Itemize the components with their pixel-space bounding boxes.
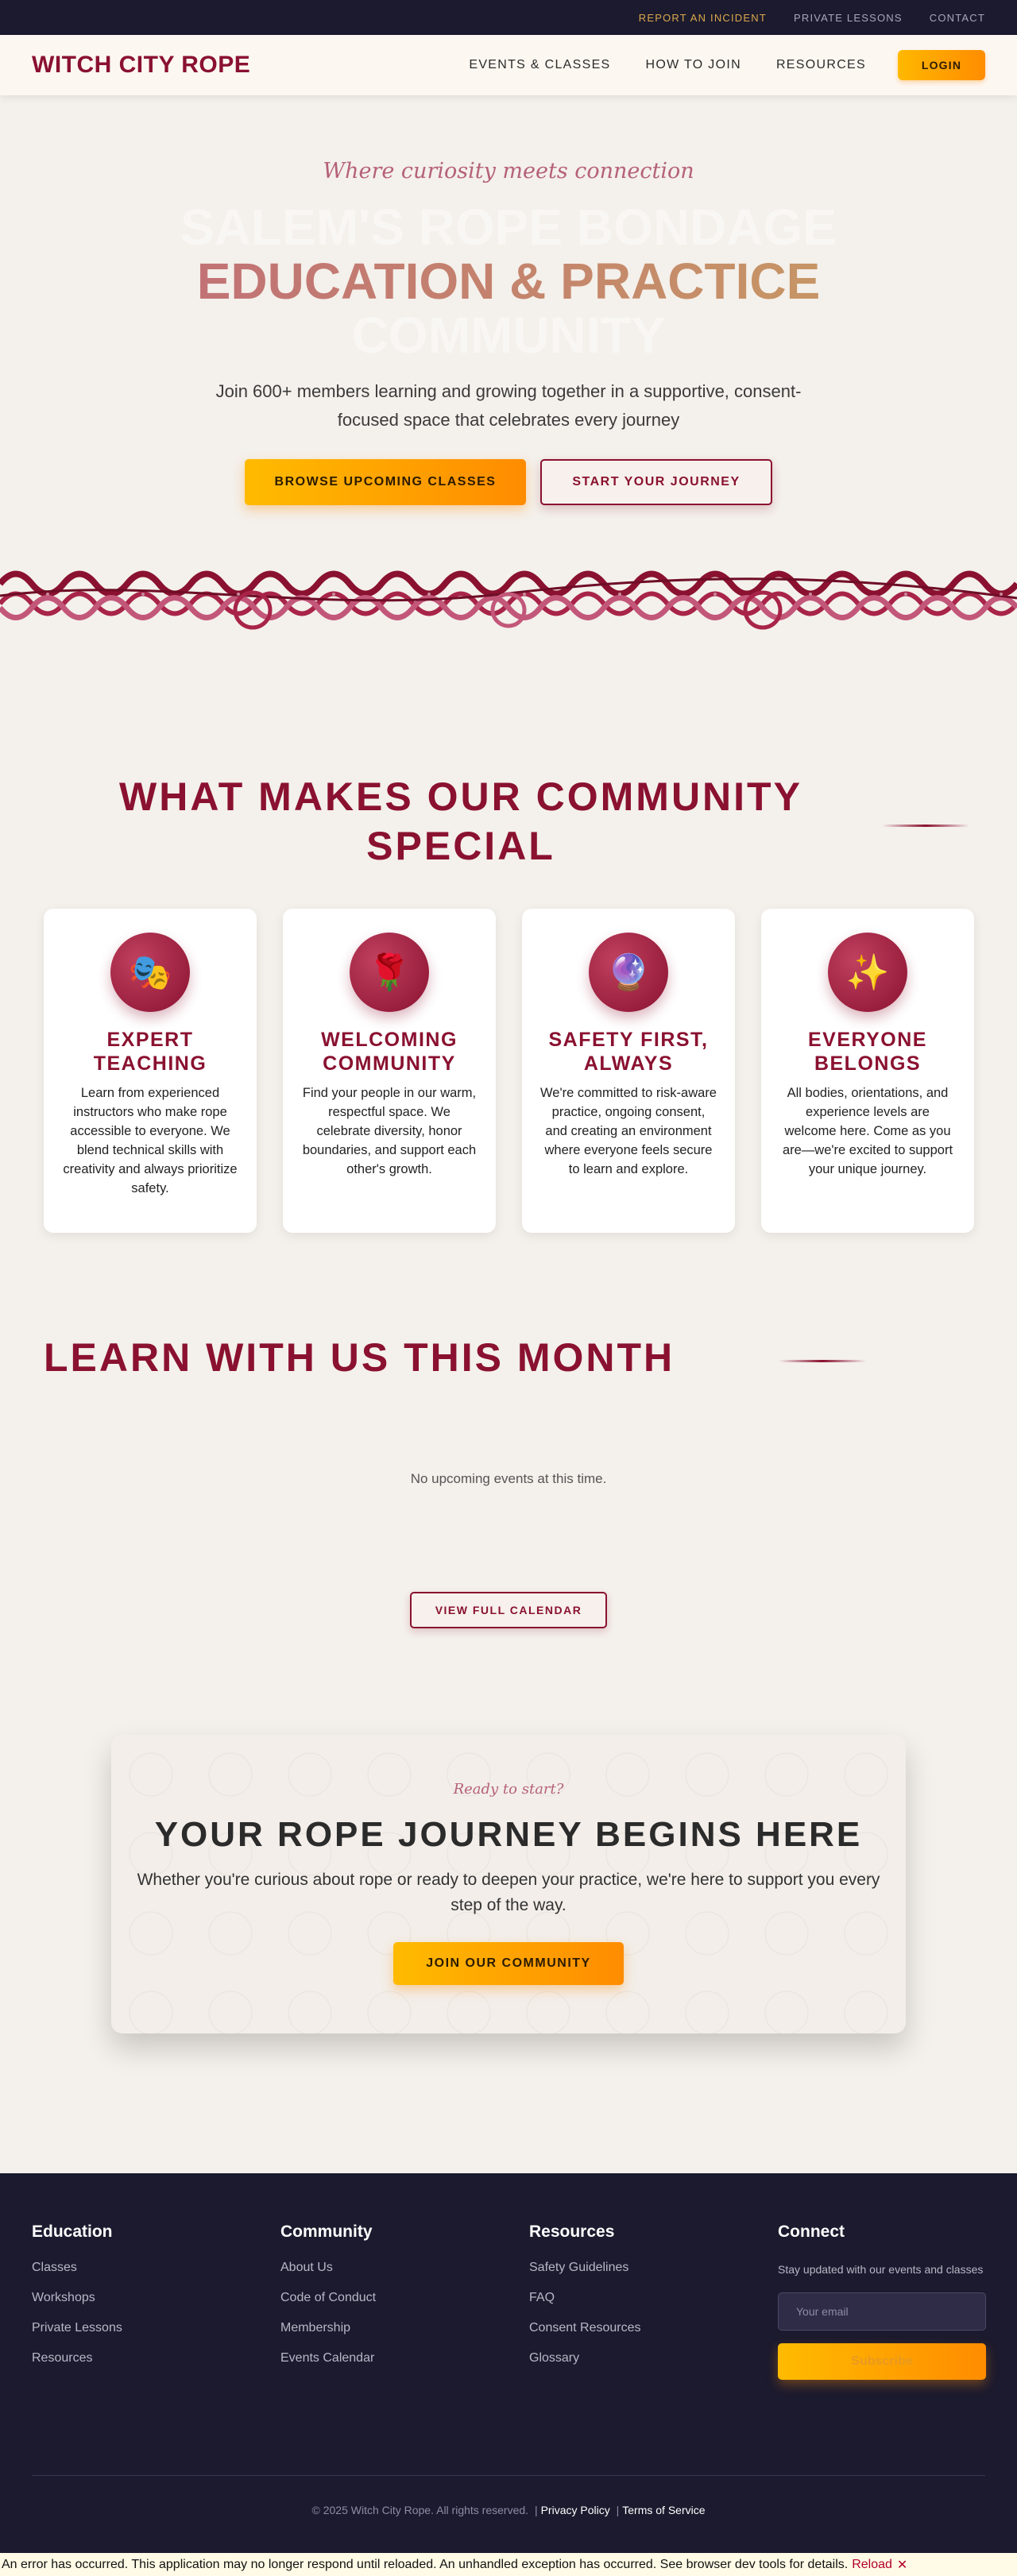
features-grid: 🎭 EXPERT TEACHING Learn from experienced… <box>44 909 974 1233</box>
hero-title-line-3: COMMUNITY <box>351 307 666 364</box>
cta-title: YOUR ROPE JOURNEY BEGINS HERE <box>154 1815 863 1854</box>
copyright-text: © 2025 Witch City Rope. All rights reser… <box>311 2504 529 2516</box>
footer-link-private-lessons[interactable]: Private Lessons <box>32 2321 280 2335</box>
hero-section: Where curiosity meets connection SALEM'S… <box>0 95 1017 731</box>
footer-heading: Resources <box>529 2223 615 2241</box>
feature-card-welcoming-community: 🌹 WELCOMING COMMUNITY Find your people i… <box>283 909 496 1233</box>
hero-title: SALEM'S ROPE BONDAGE EDUCATION & PRACTIC… <box>0 200 1017 362</box>
feature-title: EXPERT TEACHING <box>93 1029 207 1075</box>
feature-text: Learn from experienced instructors who m… <box>63 1086 238 1195</box>
rose-icon: 🌹 <box>350 933 429 1012</box>
footer-heading: Connect <box>778 2223 845 2241</box>
site-footer: Education Classes Workshops Private Less… <box>0 2173 1017 2553</box>
browse-classes-button[interactable]: BROWSE UPCOMING CLASSES <box>245 459 526 505</box>
footer-columns: Education Classes Workshops Private Less… <box>32 2223 1017 2381</box>
hero-subtitle: Join 600+ members learning and growing t… <box>215 381 802 430</box>
footer-link-code-of-conduct[interactable]: Code of Conduct <box>280 2291 529 2305</box>
footer-link-classes[interactable]: Classes <box>32 2261 280 2275</box>
hero-title-line-2: EDUCATION & PRACTICE <box>0 254 1017 308</box>
nav-how-to-join[interactable]: HOW TO JOIN <box>646 58 741 72</box>
subscribe-button[interactable]: Subscribe <box>778 2343 986 2380</box>
theater-masks-icon: 🎭 <box>110 933 190 1012</box>
footer-heading: Community <box>280 2223 373 2241</box>
cta-text: Whether you're curious about rope or rea… <box>137 1871 880 1914</box>
footer-link-events-calendar[interactable]: Events Calendar <box>280 2351 529 2366</box>
footer-link-about-us[interactable]: About Us <box>280 2261 529 2275</box>
feature-card-safety-first: 🔮 SAFETY FIRST, ALWAYS We're committed t… <box>522 909 735 1233</box>
footer-separator: | <box>616 2504 620 2516</box>
footer-link-consent-resources[interactable]: Consent Resources <box>529 2321 778 2335</box>
terms-of-service-link[interactable]: Terms of Service <box>622 2504 705 2516</box>
feature-text: Find your people in our warm, respectful… <box>302 1086 477 1176</box>
newsletter-text: Stay updated with our events and classes <box>778 2263 984 2276</box>
site-logo[interactable]: WITCH CITY ROPE <box>32 52 250 79</box>
features-heading: WHAT MAKES OUR COMMUNITY SPECIAL <box>119 774 802 868</box>
feature-title: SAFETY FIRST, ALWAYS <box>548 1029 709 1075</box>
report-incident-link[interactable]: REPORT AN INCIDENT <box>639 12 767 24</box>
site-header: WITCH CITY ROPE EVENTS & CLASSES HOW TO … <box>0 35 1017 95</box>
feature-title: EVERYONE BELONGS <box>807 1029 927 1075</box>
nav-resources[interactable]: RESOURCES <box>776 58 866 72</box>
contact-link[interactable]: CONTACT <box>930 12 985 24</box>
footer-heading: Education <box>32 2223 113 2241</box>
footer-link-workshops[interactable]: Workshops <box>32 2291 280 2305</box>
features-accent-line <box>882 825 969 827</box>
feature-text: All bodies, orientations, and experience… <box>782 1086 953 1176</box>
join-community-button[interactable]: JOIN OUR COMMUNITY <box>393 1942 624 1985</box>
hero-tagline: Where curiosity meets connection <box>323 159 694 183</box>
footer-bottom: © 2025 Witch City Rope. All rights reser… <box>0 2504 1017 2516</box>
events-accent-line <box>779 1360 866 1362</box>
crystal-ball-icon: 🔮 <box>589 933 668 1012</box>
main-nav: EVENTS & CLASSES HOW TO JOIN RESOURCES <box>469 58 866 72</box>
hero-title-line-1: SALEM'S ROPE BONDAGE <box>180 199 837 256</box>
privacy-policy-link[interactable]: Privacy Policy <box>541 2504 610 2516</box>
feature-card-everyone-belongs: ✨ EVERYONE BELONGS All bodies, orientati… <box>761 909 974 1233</box>
login-button[interactable]: LOGIN <box>898 50 985 80</box>
reload-link[interactable]: Reload <box>852 2558 892 2572</box>
error-notification-bar: An error has occurred. This application … <box>0 2553 1017 2576</box>
start-journey-button[interactable]: START YOUR JOURNEY <box>540 459 772 505</box>
cta-kicker: Ready to start? <box>453 1781 564 1798</box>
error-message: An error has occurred. This application … <box>2 2557 849 2571</box>
footer-link-faq[interactable]: FAQ <box>529 2291 778 2305</box>
private-lessons-link[interactable]: PRIVATE LESSONS <box>794 12 903 24</box>
footer-col-community: Community About Us Code of Conduct Membe… <box>280 2223 529 2381</box>
feature-card-expert-teaching: 🎭 EXPERT TEACHING Learn from experienced… <box>44 909 257 1233</box>
events-heading: LEARN WITH US THIS MONTH <box>44 1335 675 1380</box>
footer-link-resources[interactable]: Resources <box>32 2351 280 2366</box>
feature-text: We're committed to risk-aware practice, … <box>540 1086 717 1176</box>
close-icon[interactable]: ✕ <box>897 2557 907 2573</box>
utility-bar: REPORT AN INCIDENT PRIVATE LESSONS CONTA… <box>0 0 1017 35</box>
nav-events-classes[interactable]: EVENTS & CLASSES <box>469 58 610 72</box>
sparkles-icon: ✨ <box>828 933 907 1012</box>
feature-title: WELCOMING COMMUNITY <box>321 1029 458 1075</box>
footer-link-glossary[interactable]: Glossary <box>529 2351 778 2366</box>
footer-separator: | <box>534 2504 538 2516</box>
rope-divider-decoration <box>0 570 1017 630</box>
footer-col-education: Education Classes Workshops Private Less… <box>32 2223 280 2381</box>
join-cta-panel: Ready to start? YOUR ROPE JOURNEY BEGINS… <box>111 1735 906 2033</box>
footer-col-resources: Resources Safety Guidelines FAQ Consent … <box>529 2223 778 2381</box>
newsletter-email-input[interactable] <box>778 2292 986 2331</box>
footer-col-connect: Connect Stay updated with our events and… <box>778 2223 1017 2381</box>
footer-link-safety-guidelines[interactable]: Safety Guidelines <box>529 2261 778 2275</box>
events-empty-message: No upcoming events at this time. <box>410 1471 607 1486</box>
footer-divider <box>32 2475 985 2476</box>
footer-link-membership[interactable]: Membership <box>280 2321 529 2335</box>
hero-buttons: BROWSE UPCOMING CLASSES START YOUR JOURN… <box>0 459 1017 505</box>
view-calendar-button[interactable]: VIEW FULL CALENDAR <box>410 1592 607 1628</box>
